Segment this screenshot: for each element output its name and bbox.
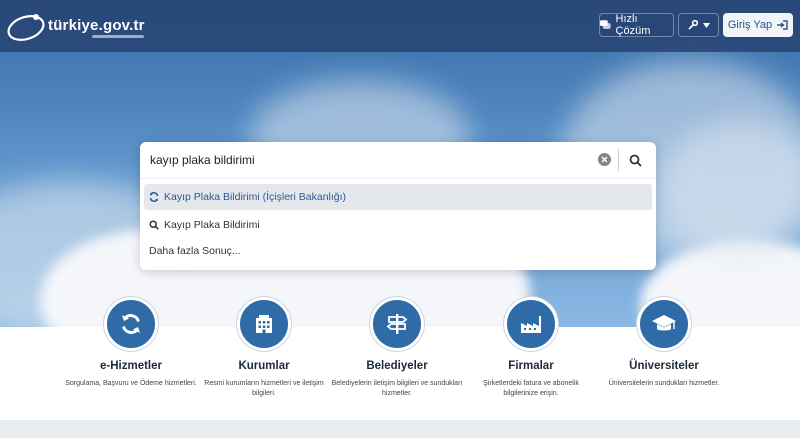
- refresh-icon: [104, 297, 158, 351]
- category-description: Belediyelerin iletişim bilgileri ve sund…: [331, 380, 463, 397]
- search-button[interactable]: [624, 150, 646, 170]
- top-navbar: türkiye.gov.tr Hızlı Çözüm Giriş Yap: [0, 0, 800, 52]
- quick-solution-label: Hızlı Çözüm: [615, 13, 651, 37]
- category-e-services[interactable]: e-Hizmetler Sorgulama, Başvuru ve Ödeme …: [56, 297, 206, 389]
- more-results-label: Daha fazla Sonuç...: [149, 245, 241, 257]
- search-separator: [618, 149, 619, 171]
- search-panel: Kayıp Plaka Bildirimi (İçişleri Bakanlığ…: [140, 142, 656, 270]
- refresh-icon: [149, 192, 159, 202]
- clear-search-icon[interactable]: [598, 153, 611, 166]
- building-icon: [237, 297, 291, 351]
- key-menu-button[interactable]: [678, 13, 719, 37]
- category-description: Resmi kurumların hizmetleri ve iletişim …: [204, 380, 324, 397]
- more-results-link[interactable]: Daha fazla Sonuç...: [144, 238, 652, 264]
- category-description: Şirketlerdeki fatura ve abonelik bilgile…: [483, 380, 579, 397]
- sign-in-icon: [777, 20, 788, 30]
- login-button[interactable]: Giriş Yap: [723, 13, 793, 37]
- logo-text: türkiye.gov.tr: [48, 17, 145, 34]
- category-title: e-Hizmetler: [100, 360, 162, 372]
- x-mark-icon: [601, 156, 608, 163]
- suggestion-label: Kayıp Plaka Bildirimi: [164, 219, 260, 231]
- factory-icon: [504, 297, 558, 351]
- logo-swoosh-icon: [7, 14, 45, 41]
- site-logo[interactable]: türkiye.gov.tr: [6, 8, 146, 44]
- search-icon: [629, 154, 642, 167]
- suggestion-item[interactable]: Kayıp Plaka Bildirimi: [144, 212, 652, 238]
- chat-icon: [600, 20, 611, 29]
- signpost-icon: [370, 297, 424, 351]
- search-icon: [149, 220, 159, 230]
- category-description: Üniversitelerin sundukları hizmetler.: [608, 380, 720, 387]
- category-description: Sorgulama, Başvuru ve Ödeme hizmetleri.: [65, 380, 197, 387]
- category-title: Firmalar: [508, 360, 554, 372]
- logo-subtitle-line: [92, 35, 144, 38]
- category-title: Üniversiteler: [629, 360, 699, 372]
- suggestion-label: Kayıp Plaka Bildirimi (İçişleri Bakanlığ…: [164, 191, 347, 203]
- search-divider: [140, 178, 656, 179]
- category-institutions[interactable]: Kurumlar Resmi kurumların hizmetleri ve …: [189, 297, 339, 399]
- login-label: Giriş Yap: [727, 19, 773, 31]
- category-companies[interactable]: Firmalar Şirketlerdeki fatura ve aboneli…: [456, 297, 606, 399]
- quick-solution-button[interactable]: Hızlı Çözüm: [599, 13, 674, 37]
- suggestion-item[interactable]: Kayıp Plaka Bildirimi (İçişleri Bakanlığ…: [144, 184, 652, 210]
- category-municipalities[interactable]: Belediyeler Belediyelerin iletişim bilgi…: [322, 297, 472, 399]
- footer-strip: [0, 420, 800, 438]
- graduation-cap-icon: [637, 297, 691, 351]
- key-icon: [687, 20, 698, 30]
- category-title: Kurumlar: [238, 360, 290, 372]
- category-title: Belediyeler: [366, 360, 428, 372]
- caret-down-icon: [702, 22, 710, 28]
- category-universities[interactable]: Üniversiteler Üniversitelerin sundukları…: [589, 297, 739, 389]
- search-input[interactable]: [140, 142, 656, 178]
